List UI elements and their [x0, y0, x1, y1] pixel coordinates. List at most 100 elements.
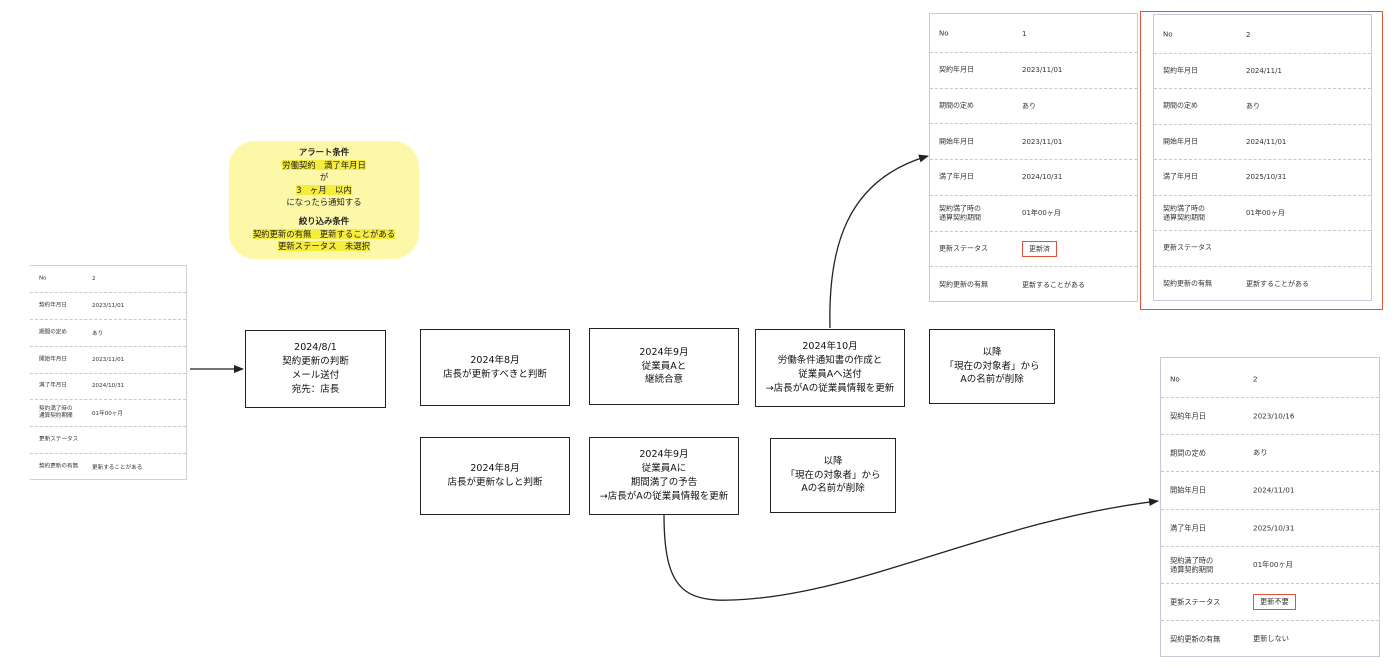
record-field-value: 2023/11/01 — [92, 356, 125, 363]
step-5a-removed: 以降 「現在の対象者」から Aの名前が削除 — [929, 329, 1055, 404]
record-field-label: 契約更新の有無 — [39, 463, 79, 470]
record-field-label: 期間の定め — [939, 101, 974, 110]
record-field-label: 更新ステータス — [39, 436, 79, 443]
filter-title: 絞り込み条件 — [298, 216, 350, 227]
record-field-value: 2024/11/1 — [1246, 66, 1282, 75]
record-field-label: No — [1163, 30, 1173, 39]
record-field-value: 2025/10/31 — [1253, 523, 1295, 533]
step-2a-decide-renew: 2024年8月 店長が更新すべきと判断 — [420, 329, 570, 406]
record-row: 契約年月日 2023/11/01 — [30, 293, 186, 320]
record-row: 期間の定め あり — [1161, 435, 1379, 473]
record-row: 契約年月日 2023/11/01 — [930, 53, 1137, 89]
record-field-value: 2024/11/01 — [1246, 137, 1287, 146]
record-field-label: 契約年月日 — [1163, 66, 1198, 75]
record-field-label: 契約年月日 — [39, 302, 67, 309]
record-row: No 2 — [1154, 18, 1371, 54]
alert-line-ga: が — [319, 172, 329, 183]
alert-condition-text: アラート条件 労働契約 満了年月日 が 3 ヶ月 以内 になったら通知する 絞り… — [229, 146, 419, 253]
step-3b-expiry-notice: 2024年9月 従業員Aに 期間満了の予告 →店長がAの従業員情報を更新 — [589, 437, 739, 515]
not-renewed-record: No 2 契約年月日 2023/10/16 期間の定め あり開始年月日 2024/11/01… — [1160, 357, 1380, 657]
record-field-value: 1 — [1022, 30, 1027, 39]
record-field-value: 2024/11/01 — [1253, 485, 1295, 495]
record-row: 期間の定め あり — [30, 320, 186, 347]
record-field-label: 開始年月日 — [1170, 485, 1206, 495]
record-field-label: 契約満了時の 通算契約期間 — [1163, 204, 1205, 221]
record-row: No 1 — [930, 17, 1137, 53]
record-row: 満了年月日 2024/10/31 — [30, 374, 186, 401]
step-1-mail-sent: 2024/8/1 契約更新の判断 メール送付 宛先：店長 — [245, 330, 386, 408]
record-row: 契約満了時の 通算契約期間 01年00ヶ月 — [30, 400, 186, 428]
record-field-label: 開始年月日 — [939, 137, 974, 146]
record-field-value: 01年00ヶ月 — [1022, 209, 1061, 218]
record-field-label: 契約満了時の 通算契約期間 — [939, 204, 981, 222]
record-row: 契約満了時の 通算契約期間 01年00ヶ月 — [930, 196, 1137, 232]
record-row: 更新ステータス — [1154, 231, 1371, 267]
record-field-value: 2023/10/16 — [1253, 411, 1295, 421]
record-row: 更新ステータス — [30, 427, 186, 455]
filter-line-renewal: 契約更新の有無 更新することがある — [252, 228, 396, 239]
record-row: 契約更新の有無 更新することがある — [1154, 267, 1371, 302]
record-row: 契約年月日 2023/10/16 — [1161, 398, 1379, 436]
record-row: 期間の定め あり — [930, 89, 1137, 125]
record-field-label: 契約年月日 — [939, 65, 974, 74]
alert-line-months: 3 ヶ月 以内 — [296, 184, 352, 195]
record-field-value: 更新不要 — [1253, 593, 1296, 610]
record-field-value: 更新することがある — [1246, 279, 1309, 288]
record-field-label: 契約更新の有無 — [1163, 279, 1212, 288]
record-field-value: 2023/11/01 — [1022, 66, 1063, 75]
record-field-label: No — [1170, 374, 1180, 384]
record-field-label: 満了年月日 — [1170, 523, 1206, 533]
record-row: 更新ステータス 更新不要 — [1161, 584, 1379, 621]
record-row: 期間の定め あり — [1154, 89, 1371, 125]
step-4a-update-info: 2024年10月 労働条件通知書の作成と 従業員Aへ送付 →店長がAの従業員情報… — [755, 329, 905, 407]
arrow-step3b-to-not-renewed-record — [663, 498, 1159, 601]
record-field-value: 2 — [1246, 31, 1251, 40]
record-row: 開始年月日 2024/11/01 — [1154, 125, 1371, 160]
record-row: 契約満了時の 通算契約期間 01年00ヶ月 — [1161, 547, 1379, 584]
record-field-value: 2024/10/31 — [92, 383, 125, 390]
record-field-value: あり — [92, 330, 104, 337]
record-field-label: 期間の定め — [39, 329, 67, 336]
record-field-value: 2 — [92, 275, 96, 282]
record-field-value: 更新することがある — [92, 465, 143, 472]
record-field-value: 01年00ヶ月 — [1253, 559, 1293, 569]
record-row: 契約満了時の 通算契約期間 01年00ヶ月 — [1154, 196, 1371, 231]
record-row: 満了年月日 2025/10/31 — [1154, 160, 1371, 196]
source-contract-record: No 2 契約年月日 2023/11/01 期間の定め あり開始年月日 2023/11/01… — [30, 265, 187, 480]
record-field-value: 2 — [1253, 374, 1258, 384]
filter-line-status: 更新ステータス 未選択 — [277, 241, 371, 252]
alert-line-contract-end: 労働契約 満了年月日 — [282, 159, 366, 170]
record-field-label: 契約更新の有無 — [939, 280, 988, 289]
renewed-record-no2: No 2 契約年月日 2024/11/1 期間の定め あり 開始年月日 2024/11/01 満… — [1153, 14, 1372, 301]
record-field-value: 更新しない — [1253, 633, 1289, 643]
record-field-value: 2025/10/31 — [1246, 173, 1287, 182]
record-row: 契約更新の有無 更新することがある — [930, 267, 1137, 302]
record-field-label: 期間の定め — [1170, 448, 1206, 458]
record-row: No 2 — [30, 266, 186, 293]
record-field-value: 更新することがある — [1022, 280, 1085, 289]
record-field-label: 契約満了時の 通算契約期間 — [39, 406, 73, 420]
record-field-value: あり — [1253, 448, 1268, 458]
record-field-value: 01年00ヶ月 — [92, 411, 124, 418]
record-field-label: 契約満了時の 通算契約期間 — [1170, 555, 1214, 574]
record-field-label: 期間の定め — [1163, 101, 1198, 110]
record-row: No 2 — [1161, 361, 1379, 399]
record-field-value: 2023/11/01 — [92, 302, 125, 309]
step-2b-decide-no-renew: 2024年8月 店長が更新なしと判断 — [420, 437, 570, 515]
record-field-label: 開始年月日 — [39, 356, 67, 363]
record-field-label: 更新ステータス — [1170, 597, 1221, 607]
record-field-label: 契約年月日 — [1170, 411, 1206, 421]
record-field-label: 満了年月日 — [1163, 172, 1198, 181]
record-row: 契約更新の有無 更新することがある — [30, 454, 186, 480]
record-row: 契約年月日 2024/11/1 — [1154, 54, 1371, 89]
arrow-step4a-to-renewed-record — [829, 154, 929, 329]
record-field-label: 満了年月日 — [939, 173, 974, 181]
record-field-value: 2023/11/01 — [1022, 137, 1063, 146]
record-field-label: No — [39, 275, 47, 282]
record-row: 開始年月日 2023/11/01 — [930, 124, 1137, 160]
record-field-value: あり — [1022, 101, 1036, 110]
record-field-label: 満了年月日 — [39, 382, 67, 389]
record-field-label: 契約更新の有無 — [1170, 634, 1221, 644]
record-field-label: 更新ステータス — [939, 244, 988, 253]
alert-title: アラート条件 — [298, 147, 350, 157]
